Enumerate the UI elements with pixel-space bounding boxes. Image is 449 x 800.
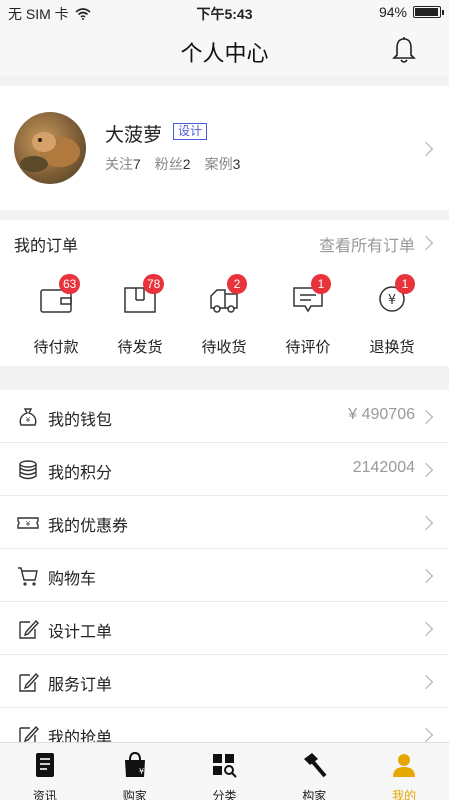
status-bar: 无 SIM 卡 下午5:43 94% bbox=[0, 0, 449, 24]
badge-count: 1 bbox=[395, 274, 415, 294]
chevron-right-icon bbox=[418, 515, 434, 531]
chevron-right-icon bbox=[418, 568, 434, 584]
tab-news[interactable]: 资讯 bbox=[0, 743, 90, 800]
tab-label: 资讯 bbox=[32, 789, 57, 800]
stat-fans[interactable]: 粉丝2 bbox=[155, 154, 191, 174]
menu-item-cart[interactable]: 购物车 bbox=[0, 549, 449, 602]
edit-icon bbox=[19, 619, 39, 639]
svg-text:¥: ¥ bbox=[388, 293, 396, 308]
tab-build[interactable]: 构家 bbox=[269, 743, 359, 800]
battery-percent: 94% bbox=[378, 4, 407, 20]
stat-cases[interactable]: 案例3 bbox=[205, 154, 241, 174]
nav-bar: 个人中心 bbox=[0, 24, 449, 76]
tab-label: 构家 bbox=[302, 789, 327, 800]
orders-title: 我的订单 bbox=[14, 238, 79, 255]
money-bag-icon: ¥ bbox=[19, 408, 37, 426]
category-icon bbox=[213, 754, 238, 778]
chevron-right-icon bbox=[418, 141, 434, 157]
hammer-icon bbox=[304, 753, 327, 778]
order-label: 待评价 bbox=[285, 339, 331, 356]
badge-count: 1 bbox=[311, 274, 331, 294]
order-returns[interactable]: ¥ 1 退换货 bbox=[350, 274, 434, 357]
chevron-right-icon bbox=[418, 235, 434, 251]
tab-label: 我的 bbox=[392, 789, 417, 800]
order-pending-receipt[interactable]: 2 待收货 bbox=[182, 274, 266, 357]
menu-label: 我的积分 bbox=[48, 465, 113, 482]
avatar[interactable] bbox=[14, 112, 86, 184]
news-icon bbox=[35, 753, 54, 777]
chevron-right-icon bbox=[418, 409, 434, 425]
badge-count: 63 bbox=[59, 274, 81, 294]
view-all-orders-link[interactable]: 查看所有订单 bbox=[319, 232, 415, 256]
person-icon bbox=[393, 754, 416, 777]
menu-item-coupons[interactable]: ¥ 我的优惠券 bbox=[0, 496, 449, 549]
order-label: 退换货 bbox=[369, 339, 415, 356]
profile-card[interactable]: 大菠萝 设计 关注7 粉丝2 案例3 bbox=[0, 86, 449, 210]
order-label: 待发货 bbox=[117, 339, 163, 356]
order-label: 待收货 bbox=[201, 339, 247, 356]
svg-text:¥: ¥ bbox=[26, 416, 31, 424]
shopping-bag-icon: ¥ bbox=[124, 751, 145, 777]
menu-item-wallet[interactable]: ¥ 我的钱包 ¥ 490706 bbox=[0, 390, 449, 443]
menu-label: 服务订单 bbox=[48, 677, 113, 694]
tab-bar: 资讯 ¥ 购家 分类 构家 我的 bbox=[0, 742, 449, 800]
role-tag: 设计 bbox=[173, 123, 208, 140]
profile-stats: 关注7 粉丝2 案例3 bbox=[105, 154, 240, 174]
battery-icon bbox=[413, 6, 444, 18]
menu-item-design-orders[interactable]: 设计工单 bbox=[0, 602, 449, 655]
bell-icon[interactable] bbox=[391, 36, 417, 64]
badge-count: 78 bbox=[143, 274, 165, 294]
page-title: 个人中心 bbox=[180, 41, 269, 66]
tab-shop[interactable]: ¥ 购家 bbox=[90, 743, 180, 800]
points-value: 2142004 bbox=[352, 459, 415, 476]
badge-count: 2 bbox=[227, 274, 247, 294]
tab-me[interactable]: 我的 bbox=[359, 743, 449, 800]
tab-label: 购家 bbox=[122, 789, 147, 800]
svg-text:¥: ¥ bbox=[139, 767, 144, 776]
order-label: 待付款 bbox=[33, 339, 79, 356]
chevron-right-icon bbox=[418, 674, 434, 690]
order-pending-payment[interactable]: 63 待付款 bbox=[14, 274, 98, 357]
order-pending-shipment[interactable]: 78 待发货 bbox=[98, 274, 182, 357]
menu-item-service-orders[interactable]: 服务订单 bbox=[0, 655, 449, 708]
svg-text:¥: ¥ bbox=[26, 520, 31, 528]
stat-following[interactable]: 关注7 bbox=[105, 154, 141, 174]
menu-item-points[interactable]: 我的积分 2142004 bbox=[0, 443, 449, 496]
menu-label: 我的钱包 bbox=[48, 412, 113, 429]
tab-label: 分类 bbox=[212, 789, 237, 800]
username: 大菠萝 bbox=[105, 125, 163, 146]
chevron-right-icon bbox=[418, 727, 434, 743]
chevron-right-icon bbox=[418, 462, 434, 478]
coins-icon bbox=[19, 460, 37, 480]
wallet-balance: ¥ 490706 bbox=[348, 406, 415, 423]
menu-label: 我的优惠券 bbox=[48, 518, 129, 535]
tab-category[interactable]: 分类 bbox=[180, 743, 270, 800]
orders-section: 我的订单 查看所有订单 63 待付款 78 待发货 2 待收货 1 待评价 ¥ … bbox=[0, 220, 449, 366]
status-right: 94% bbox=[378, 4, 444, 20]
order-pending-review[interactable]: 1 待评价 bbox=[266, 274, 350, 357]
edit-icon bbox=[19, 672, 39, 692]
menu-label: 购物车 bbox=[48, 571, 97, 588]
coupon-icon: ¥ bbox=[17, 517, 39, 529]
menu-label: 设计工单 bbox=[48, 624, 113, 641]
menu-list: ¥ 我的钱包 ¥ 490706 我的积分 2142004 ¥ 我的优惠券 购物车 bbox=[0, 390, 449, 761]
chevron-right-icon bbox=[418, 621, 434, 637]
cart-icon bbox=[18, 567, 38, 586]
